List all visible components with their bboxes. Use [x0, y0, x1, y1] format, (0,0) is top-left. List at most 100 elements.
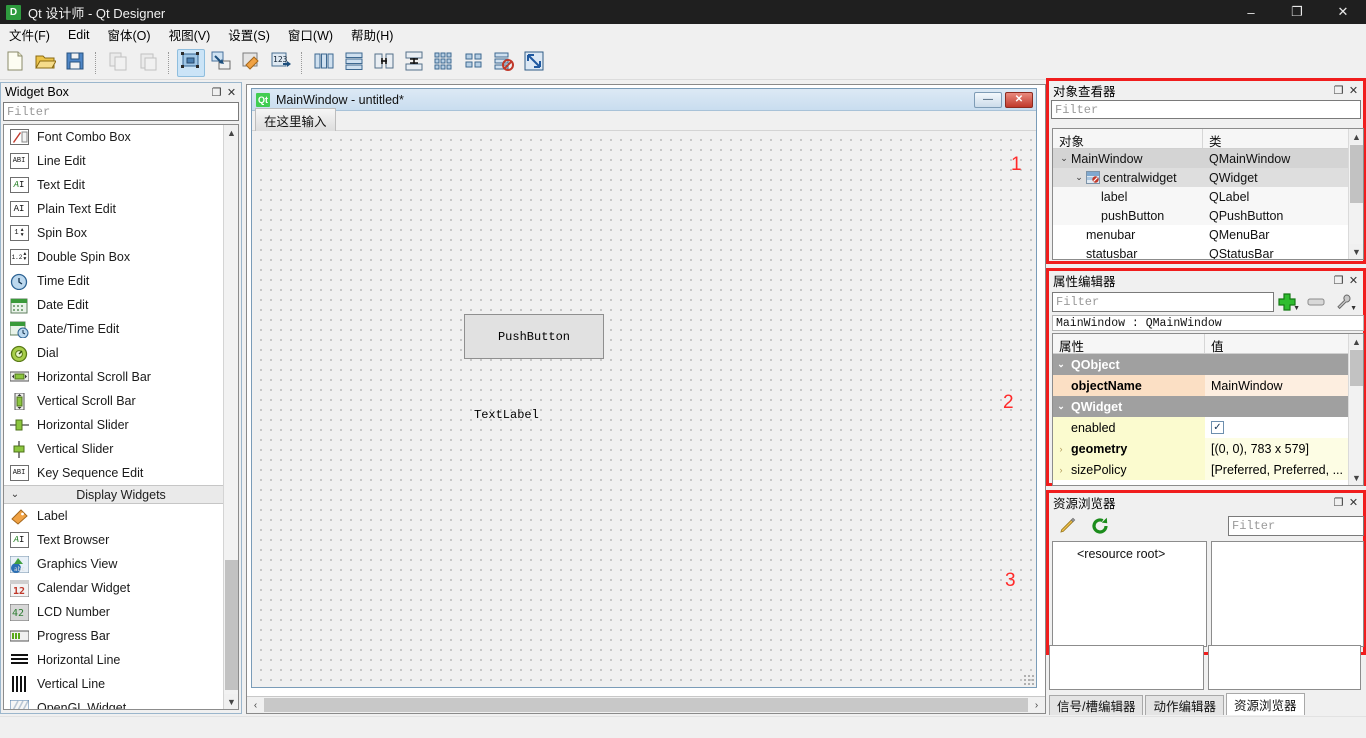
resource-root-item[interactable]: <resource root>	[1053, 542, 1206, 561]
widget-box-item[interactable]: Vertical Scroll Bar	[4, 389, 238, 413]
widget-box-item[interactable]: 1 ▲ ▼ Spin Box	[4, 221, 238, 245]
layout-splitter-vertical-button[interactable]	[400, 49, 428, 77]
widget-box-filter-input[interactable]: Filter	[3, 102, 239, 121]
float-icon[interactable]: ❐	[1331, 495, 1346, 510]
expand-chevron-icon[interactable]: ⌄	[1072, 172, 1086, 183]
widget-box-scrollbar[interactable]: ▲ ▼	[223, 125, 238, 709]
push-button-widget[interactable]: PushButton	[464, 314, 604, 359]
property-value-cell[interactable]: MainWindow	[1205, 375, 1363, 396]
widget-box-item[interactable]: 1.2 ▲ ▼ Double Spin Box	[4, 245, 238, 269]
widget-box-item[interactable]: Dial	[4, 341, 238, 365]
object-tree-row[interactable]: label QLabel	[1053, 187, 1363, 206]
menu-window[interactable]: 窗口(W)	[279, 23, 342, 47]
menu-placeholder[interactable]: 在这里输入	[255, 108, 336, 133]
float-icon[interactable]: ❐	[1331, 83, 1346, 98]
property-row[interactable]: ⌄ QObject	[1053, 354, 1363, 375]
property-table[interactable]: 属性 值 ⌄ QObject objectName MainWindow ⌄ QWidge…	[1052, 333, 1364, 486]
scroll-right-arrow[interactable]: ›	[1028, 697, 1045, 713]
configure-property-button[interactable]: ▼	[1330, 291, 1358, 313]
property-value-cell[interactable]	[1205, 354, 1363, 375]
widget-box-item[interactable]: OpenGL Widget	[4, 696, 238, 709]
scroll-down-arrow[interactable]: ▼	[224, 694, 238, 709]
scrollbar-thumb[interactable]	[1350, 145, 1363, 203]
widget-box-item[interactable]: 42 LCD Number	[4, 600, 238, 624]
expand-chevron-icon[interactable]: ›	[1053, 444, 1069, 454]
float-icon[interactable]: ❐	[209, 85, 224, 100]
resource-preview-lower-pane[interactable]	[1208, 645, 1361, 690]
widget-box-item[interactable]: Label	[4, 504, 238, 528]
object-tree-row[interactable]: ⌄ centralwidget QWidget	[1053, 168, 1363, 187]
widget-box-item[interactable]: Horizontal Slider	[4, 413, 238, 437]
layout-splitter-horizontal-button[interactable]	[370, 49, 398, 77]
scrollbar-track[interactable]	[264, 698, 1028, 712]
scroll-left-arrow[interactable]: ‹	[247, 697, 264, 713]
edit-signals-slots-button[interactable]	[207, 49, 235, 77]
menu-edit[interactable]: Edit	[59, 26, 99, 45]
open-form-button[interactable]	[31, 49, 59, 77]
property-table-scrollbar[interactable]: ▲ ▼	[1348, 334, 1363, 485]
break-layout-button[interactable]	[490, 49, 518, 77]
scroll-down-arrow[interactable]: ▼	[1349, 470, 1363, 485]
object-tree-row[interactable]: menubar QMenuBar	[1053, 225, 1363, 244]
enabled-checkbox[interactable]: ✓	[1211, 421, 1224, 434]
widget-box-item[interactable]: Date/Time Edit	[4, 317, 238, 341]
edit-resources-button[interactable]	[1052, 514, 1084, 538]
widget-box-item[interactable]: 12 Calendar Widget	[4, 576, 238, 600]
widget-box-item[interactable]: AI Text Edit	[4, 173, 238, 197]
close-icon[interactable]: ✕	[1346, 273, 1361, 288]
layout-vertically-button[interactable]	[340, 49, 368, 77]
scroll-up-arrow[interactable]: ▲	[1349, 334, 1363, 349]
close-icon[interactable]: ✕	[1346, 83, 1361, 98]
widget-box-item[interactable]: AI Plain Text Edit	[4, 197, 238, 221]
mdi-horizontal-scrollbar[interactable]: ‹ ›	[247, 696, 1045, 713]
expand-chevron-icon[interactable]: ⌄	[1053, 401, 1069, 412]
widget-box-item[interactable]: Time Edit	[4, 269, 238, 293]
bottom-tab[interactable]: 动作编辑器	[1145, 695, 1224, 715]
menu-help[interactable]: 帮助(H)	[342, 23, 402, 47]
property-row[interactable]: ⌄ QWidget	[1053, 396, 1363, 417]
object-tree[interactable]: 对象 类 ⌄ MainWindow QMainWindow ⌄ centralwidge…	[1052, 128, 1364, 260]
property-value-cell[interactable]: [Preferred, Preferred, ...	[1205, 459, 1363, 480]
object-tree-row[interactable]: statusbar QStatusBar	[1053, 244, 1363, 260]
widget-box-item[interactable]: AI Text Browser	[4, 528, 238, 552]
edit-buddies-button[interactable]	[237, 49, 265, 77]
property-value-cell[interactable]	[1205, 396, 1363, 417]
expand-chevron-icon[interactable]: ›	[1053, 465, 1069, 475]
property-filter-input[interactable]: Filter	[1052, 292, 1274, 312]
form-window[interactable]: Qt MainWindow - untitled* — ✕ 在这里输入 Push…	[251, 88, 1037, 688]
bottom-tab[interactable]: 资源浏览器	[1226, 693, 1305, 715]
menu-settings[interactable]: 设置(S)	[219, 23, 279, 47]
property-value-cell[interactable]: ✓	[1205, 417, 1363, 438]
object-inspector-filter-input[interactable]: Filter	[1051, 100, 1361, 119]
remove-dynamic-property-button[interactable]	[1302, 291, 1330, 313]
widget-box-item[interactable]: Date Edit	[4, 293, 238, 317]
property-row[interactable]: enabled ✓	[1053, 417, 1363, 438]
layout-form-button[interactable]	[460, 49, 488, 77]
widget-box-item[interactable]: Vertical Slider	[4, 437, 238, 461]
form-window-titlebar[interactable]: Qt MainWindow - untitled* — ✕	[252, 89, 1036, 111]
widget-box-item[interactable]: ABI Key Sequence Edit	[4, 461, 238, 485]
menu-view[interactable]: 视图(V)	[160, 23, 220, 47]
form-minimize-button[interactable]: —	[974, 91, 1002, 108]
widget-box-item[interactable]: ABI Line Edit	[4, 149, 238, 173]
new-form-button[interactable]	[1, 49, 29, 77]
widget-box-item[interactable]: Horizontal Line	[4, 648, 238, 672]
close-icon[interactable]: ✕	[1346, 495, 1361, 510]
scroll-down-arrow[interactable]: ▼	[1349, 244, 1363, 259]
reload-resources-button[interactable]	[1084, 514, 1116, 538]
property-row[interactable]: objectName MainWindow	[1053, 375, 1363, 396]
maximize-button[interactable]: ❐	[1274, 0, 1320, 24]
bottom-tab[interactable]: 信号/槽编辑器	[1049, 695, 1144, 715]
widget-box-list[interactable]: Font Combo Box ABI Line Edit AI Text Edit AI P…	[3, 124, 239, 710]
scroll-up-arrow[interactable]: ▲	[224, 125, 238, 140]
scrollbar-thumb[interactable]	[1350, 350, 1363, 386]
adjust-size-button[interactable]	[520, 49, 548, 77]
widget-box-item[interactable]: Horizontal Scroll Bar	[4, 365, 238, 389]
minimize-button[interactable]: –	[1228, 0, 1274, 24]
resource-preview-pane[interactable]	[1211, 541, 1364, 647]
property-value-cell[interactable]: [(0, 0), 783 x 579]	[1205, 438, 1363, 459]
resource-tree[interactable]: <resource root>	[1052, 541, 1207, 647]
scrollbar-thumb[interactable]	[225, 560, 238, 690]
widget-box-category[interactable]: ⌄ Display Widgets	[4, 485, 238, 504]
expand-chevron-icon[interactable]: ⌄	[1053, 359, 1069, 370]
